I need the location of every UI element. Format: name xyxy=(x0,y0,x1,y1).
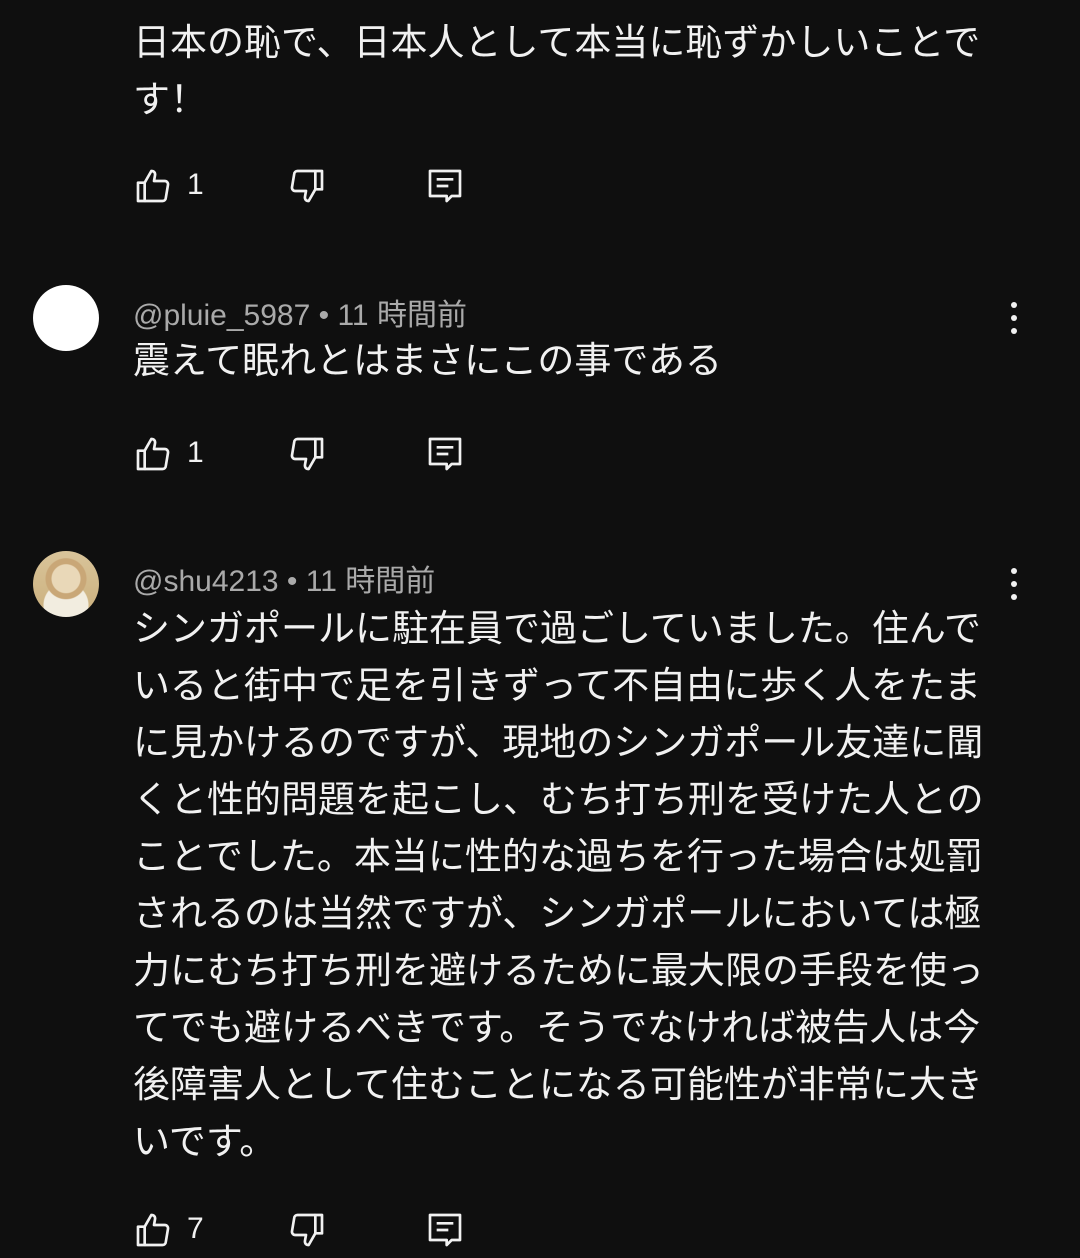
comment-time[interactable]: 11 時間前 xyxy=(337,299,466,332)
like-button[interactable] xyxy=(133,1208,173,1252)
meta-separator: • xyxy=(286,565,298,598)
avatar[interactable] xyxy=(33,551,99,617)
comment-text: 震えて眠れとはまさにこの事である xyxy=(133,339,723,382)
like-count: 1 xyxy=(187,436,204,469)
comment-meta: @shu4213 • 11 時間前 xyxy=(133,556,435,600)
thumbs-up-icon xyxy=(136,437,170,471)
thumbs-down-icon xyxy=(290,169,324,203)
reply-button[interactable] xyxy=(425,164,465,208)
reply-button[interactable] xyxy=(425,432,465,476)
reply-comment-icon xyxy=(428,169,462,203)
comment-actions: 1 xyxy=(133,164,473,208)
like-button[interactable] xyxy=(133,432,173,476)
comment-actions: 7 xyxy=(133,1208,473,1252)
reply-comment-icon xyxy=(428,1213,462,1247)
thumbs-down-icon xyxy=(290,437,324,471)
avatar[interactable] xyxy=(33,285,99,351)
reply-button[interactable] xyxy=(425,1208,465,1252)
like-count: 7 xyxy=(187,1212,204,1245)
thumbs-up-icon xyxy=(136,1213,170,1247)
comment-text: 日本の恥で、日本人として本当に恥ずかしいことです！ xyxy=(133,21,981,121)
author-name[interactable]: @shu4213 xyxy=(133,565,279,598)
thumbs-up-icon xyxy=(136,169,170,203)
like-button[interactable] xyxy=(133,164,173,208)
dislike-button[interactable] xyxy=(287,432,327,476)
dislike-button[interactable] xyxy=(287,1208,327,1252)
author-name[interactable]: @pluie_5987 xyxy=(133,299,310,332)
reply-comment-icon xyxy=(428,437,462,471)
meta-separator: • xyxy=(318,299,330,332)
dislike-button[interactable] xyxy=(287,164,327,208)
comment-meta: @pluie_5987 • 11 時間前 xyxy=(133,290,467,334)
thumbs-down-icon xyxy=(290,1213,324,1247)
comment-actions: 1 xyxy=(133,432,473,476)
comment-text: シンガポールに駐在員で過ごしていました。住んでいると街中で足を引きずって不自由に… xyxy=(133,607,984,1163)
like-count: 1 xyxy=(187,168,204,201)
comment-time[interactable]: 11 時間前 xyxy=(306,565,435,598)
